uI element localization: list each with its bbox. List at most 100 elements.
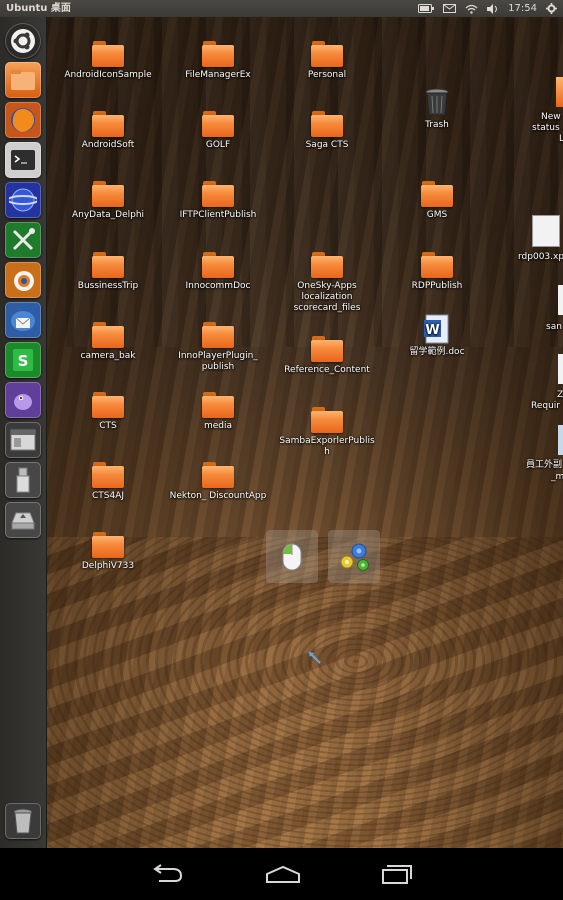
- folder-label: Saga CTS: [305, 140, 349, 150]
- pidgin-icon: [14, 394, 32, 410]
- folder-icon: [92, 181, 124, 207]
- folder-label: OneSky-Apps localization scorecard_files: [293, 281, 361, 313]
- desktop-folder[interactable]: RDPPublish: [387, 248, 487, 292]
- launcher-usb[interactable]: [5, 462, 41, 498]
- volume-icon[interactable]: [487, 3, 499, 14]
- battery-icon[interactable]: [418, 4, 435, 13]
- clock[interactable]: 17:54: [508, 0, 537, 17]
- launcher-thunderbird[interactable]: [5, 302, 41, 338]
- unity-launcher: S: [0, 17, 47, 848]
- desktop-document[interactable]: W 留学範例.doc: [387, 314, 487, 358]
- folder-icon: [202, 322, 234, 348]
- launcher-firefox[interactable]: [5, 102, 41, 138]
- folder-icon: [421, 252, 453, 278]
- desktop-folder[interactable]: DelphiV733: [58, 528, 158, 572]
- word-document-icon: W: [424, 314, 449, 344]
- recents-button[interactable]: [381, 864, 413, 884]
- folder-label: InnocommDoc: [185, 281, 251, 291]
- partial-label: L: [559, 134, 563, 144]
- folder-icon: [202, 41, 234, 67]
- cursor-icon: [308, 651, 321, 664]
- desktop-folder[interactable]: OneSky-Apps localization scorecard_files: [277, 248, 377, 314]
- desktop-folder[interactable]: AndroidSoft: [58, 107, 158, 151]
- launcher-spreadsheet[interactable]: S: [5, 342, 41, 378]
- desktop-folder[interactable]: AnyData_Delphi: [58, 177, 158, 221]
- partial-label: _m: [551, 472, 563, 482]
- partial-file-icon[interactable]: [558, 354, 563, 384]
- partial-file-icon[interactable]: [558, 285, 563, 315]
- partial-file-icon[interactable]: [556, 77, 563, 107]
- home-icon: [265, 865, 300, 883]
- folder-icon: [92, 392, 124, 418]
- desktop-folder[interactable]: CTS4AJ: [58, 458, 158, 502]
- desktop-folder[interactable]: AndroidIconSample: [58, 37, 158, 81]
- mail-icon[interactable]: [443, 4, 457, 13]
- partial-label: Z: [557, 390, 563, 400]
- trash-icon: [13, 808, 33, 834]
- folder-icon: [92, 41, 124, 67]
- folder-label: CTS4AJ: [91, 491, 125, 501]
- back-button[interactable]: [151, 864, 185, 884]
- folder-label: GMS: [426, 210, 448, 220]
- desktop-folder[interactable]: SambaExporlerPublish: [277, 403, 377, 458]
- folder-icon: [202, 181, 234, 207]
- mouse-icon: [282, 543, 302, 570]
- folder-icon: [92, 252, 124, 278]
- firefox-icon: [11, 108, 35, 132]
- folder-icon: [311, 336, 343, 362]
- folder-label: AndroidSoft: [81, 140, 135, 150]
- desktop-folder[interactable]: InnocommDoc: [168, 248, 268, 292]
- desktop-folder[interactable]: media: [168, 388, 268, 432]
- settings-button[interactable]: [328, 530, 380, 583]
- folder-label: SambaExporlerPublish: [279, 436, 375, 457]
- mouse-mode-button[interactable]: [266, 530, 318, 583]
- svg-text:W: W: [425, 323, 439, 338]
- desktop-folder[interactable]: CTS: [58, 388, 158, 432]
- desktop-folder[interactable]: BussinessTrip: [58, 248, 158, 292]
- desktop-folder[interactable]: GOLF: [168, 107, 268, 151]
- desktop-folder[interactable]: Saga CTS: [277, 107, 377, 151]
- launcher-files[interactable]: [5, 62, 41, 98]
- partial-file-icon[interactable]: [532, 215, 560, 247]
- launcher-window[interactable]: [5, 422, 41, 458]
- partial-label: Requir: [531, 401, 561, 411]
- trash-icon: [425, 88, 449, 116]
- launcher-blender[interactable]: [5, 262, 41, 298]
- folder-label: AnyData_Delphi: [71, 210, 145, 220]
- folder-label: media: [203, 421, 233, 431]
- desktop-folder[interactable]: Nekton_ DiscountApp: [168, 458, 268, 502]
- folder-label: IFTPClientPublish: [179, 210, 257, 220]
- desktop-folder[interactable]: Reference_Content: [277, 332, 377, 376]
- home-button[interactable]: [265, 865, 301, 883]
- folder-icon: [202, 462, 234, 488]
- launcher-tools[interactable]: [5, 222, 41, 258]
- folder-label: BussinessTrip: [77, 281, 139, 291]
- launcher-browser[interactable]: [5, 182, 41, 218]
- spreadsheet-icon: S: [13, 349, 33, 371]
- folder-icon: [202, 252, 234, 278]
- folder-icon: [92, 322, 124, 348]
- launcher-pidgin[interactable]: [5, 382, 41, 418]
- dash-button[interactable]: [5, 23, 41, 59]
- terminal-icon: [11, 150, 35, 170]
- desktop-folder[interactable]: camera_bak: [58, 318, 158, 362]
- gear-icon[interactable]: [546, 3, 557, 14]
- folder-label: CTS: [99, 421, 117, 431]
- desktop[interactable]: AndroidIconSample AndroidSoft AnyData_De…: [46, 17, 563, 848]
- wifi-icon[interactable]: [465, 4, 478, 14]
- launcher-trash[interactable]: [5, 803, 41, 839]
- desktop-folder[interactable]: InnoPlayerPlugin_ publish: [168, 318, 268, 373]
- trash-desktop-item[interactable]: Trash: [387, 87, 487, 131]
- partial-label: 員工外副: [526, 460, 563, 470]
- desktop-folder[interactable]: FileManagerEx: [168, 37, 268, 81]
- launcher-terminal[interactable]: [5, 142, 41, 178]
- back-icon: [152, 864, 182, 882]
- desktop-folder[interactable]: Personal: [277, 37, 377, 81]
- launcher-drive[interactable]: [5, 502, 41, 538]
- folder-label: FileManagerEx: [185, 70, 251, 80]
- ubuntu-logo-icon: [11, 29, 35, 53]
- partial-file-icon[interactable]: [558, 425, 563, 455]
- folder-label: Personal: [307, 70, 347, 80]
- desktop-folder[interactable]: GMS: [387, 177, 487, 221]
- desktop-folder[interactable]: IFTPClientPublish: [168, 177, 268, 221]
